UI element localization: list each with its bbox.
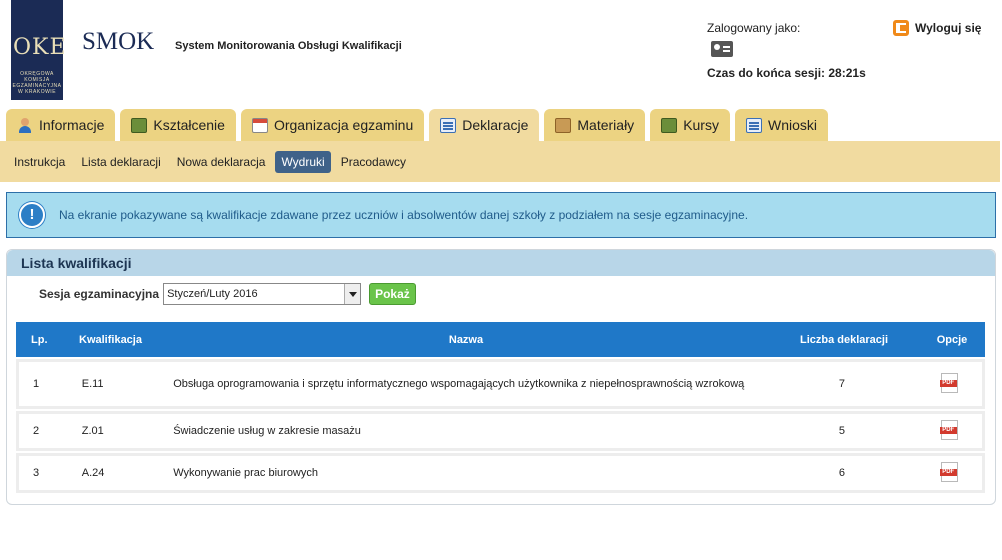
alert-text: Na ekranie pokazywane są kwalifikacje zd… [59,208,749,222]
tab-organizacja-egzaminu[interactable]: Organizacja egzaminu [240,109,425,141]
cell-opcje [916,372,982,396]
pdf-icon[interactable] [939,461,958,482]
document-icon [745,117,762,133]
cell-nazwa: Świadczenie usług w zakresie masażu [173,424,361,437]
cell-opcje [916,419,982,443]
show-button[interactable]: Pokaż [369,283,416,305]
logout-icon [893,20,909,36]
session-filter: Sesja egzaminacyjna Styczeń/Luty 2016 Po… [39,283,416,305]
box-icon [555,117,572,133]
logo-subtitle: OKRĘGOWA KOMISJA EGZAMINACYJNA W KRAKOWI… [12,71,62,95]
cell-nazwa: Wykonywanie prac biurowych [173,466,318,479]
app-name: SMOK [82,28,155,55]
tab-label: Kursy [683,117,719,133]
subnav-pracodawcy[interactable]: Pracodawcy [335,151,412,173]
subnav-wydruki[interactable]: Wydruki [275,150,331,173]
user-card-icon [711,41,733,57]
logo-letters: OKE [13,35,67,60]
tab-wnioski[interactable]: Wnioski [734,109,828,141]
cell-kwalifikacja: Z.01 [81,425,104,437]
oke-logo: OKE OKRĘGOWA KOMISJA EGZAMINACYJNA W KRA… [11,0,67,100]
session-select-value: Styczeń/Luty 2016 [167,288,258,300]
logged-in-label: Zalogowany jako: [707,21,801,35]
pdf-icon[interactable] [939,419,958,440]
tab-label: Wnioski [767,117,817,133]
person-icon [17,117,33,133]
cell-nazwa: Obsługa oprogramowania i sprzętu informa… [173,377,745,390]
cell-kwalifikacja: E.11 [81,378,104,390]
logout-label: Wyloguj się [915,21,982,35]
header-liczba-deklaracji: Liczba deklaracji [799,333,889,346]
tab-ksztalcenie[interactable]: Kształcenie [120,109,236,141]
subnav-nowa-deklaracja[interactable]: Nowa deklaracja [171,151,272,173]
panel-title: Lista kwalifikacji [7,250,995,276]
tab-deklaracje[interactable]: Deklaracje [429,109,540,141]
table-row: 2 Z.01 Świadczenie usług w zakresie masa… [16,411,985,451]
tab-informacje[interactable]: Informacje [6,109,116,141]
qualifications-table: Lp. Kwalifikacja Nazwa Liczba deklaracji… [16,322,985,493]
tab-label: Deklaracje [462,117,529,133]
chevron-down-icon [344,284,361,304]
main-tabs: Informacje Kształcenie Organizacja egzam… [6,109,828,141]
document-icon [440,117,457,133]
table-header: Lp. Kwalifikacja Nazwa Liczba deklaracji… [16,322,985,357]
board-icon [661,117,678,133]
tab-label: Informacje [39,117,105,133]
table-row: 3 A.24 Wykonywanie prac biurowych 6 [16,453,985,493]
header-nazwa: Nazwa [448,333,484,346]
page: OKE OKRĘGOWA KOMISJA EGZAMINACYJNA W KRA… [0,0,1002,560]
cell-lp: 2 [33,425,40,437]
tab-materialy[interactable]: Materiały [544,109,646,141]
cell-liczba-deklaracji: 6 [838,467,845,479]
cell-opcje [916,461,982,485]
cell-liczba-deklaracji: 5 [838,425,845,437]
header-lp: Lp. [31,333,48,346]
subnav-lista-deklaracji[interactable]: Lista deklaracji [75,151,166,173]
info-alert: ! Na ekranie pokazywane są kwalifikacje … [6,192,996,238]
cell-lp: 1 [33,378,40,390]
tab-label: Kształcenie [153,117,225,133]
subnav-instrukcja[interactable]: Instrukcja [8,151,71,173]
header-kwalifikacja: Kwalifikacja [79,333,142,346]
session-select[interactable]: Styczeń/Luty 2016 [163,283,362,305]
app-description: System Monitorowania Obsługi Kwalifikacj… [175,40,402,52]
qualifications-panel: Lista kwalifikacji Sesja egzaminacyjna S… [6,249,996,505]
session-timer: Czas do końca sesji: 28:21s [707,66,866,80]
calendar-icon [251,117,268,133]
table-row: 1 E.11 Obsługa oprogramowania i sprzętu … [16,359,985,409]
cell-kwalifikacja: A.24 [81,467,105,479]
info-icon: ! [19,202,45,228]
cell-liczba-deklaracji: 7 [838,378,845,390]
sub-navigation: Instrukcja Lista deklaracji Nowa deklara… [0,141,1000,182]
header-opcje: Opcje [936,333,968,346]
board-icon [131,117,148,133]
tab-kursy[interactable]: Kursy [650,109,730,141]
cell-lp: 3 [33,467,40,479]
tab-label: Organizacja egzaminu [273,117,414,133]
tab-label: Materiały [577,117,635,133]
pdf-icon[interactable] [939,372,958,393]
logout-button[interactable]: Wyloguj się [893,20,981,36]
session-label: Sesja egzaminacyjna [39,287,160,301]
